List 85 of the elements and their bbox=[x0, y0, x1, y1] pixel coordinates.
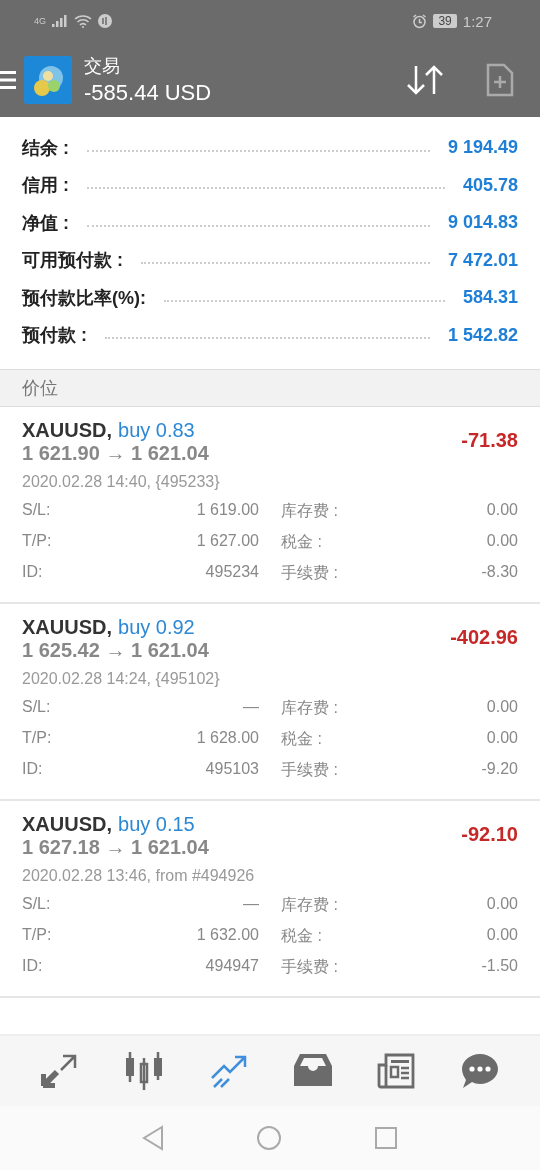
newspaper-icon bbox=[377, 1053, 416, 1089]
clock-time: 1:27 bbox=[462, 12, 492, 30]
position-item[interactable]: XAUUSD, buy 0.92 1 625.42 → 1 621.04 -402.96 2020.02.28 14:24, {495102} S/L: — 库存费 : 0.00 T/P: 1 628.00 税金 : 0.00 ID: 495103 手续费 : -9.20 bbox=[0, 604, 540, 801]
detail-value: 0.00 bbox=[485, 895, 518, 914]
double-arrow-icon bbox=[40, 1054, 79, 1088]
summary-value: 9 194.49 bbox=[447, 137, 518, 159]
price-change: 1 627.18 → 1 621.04 bbox=[22, 836, 209, 859]
symbol-name: XAUUSD, bbox=[22, 419, 112, 442]
wifi-icon bbox=[74, 14, 92, 28]
detail-value: — bbox=[242, 895, 259, 914]
order-type: buy 0.15 bbox=[118, 813, 195, 836]
detail-label: 税金 : bbox=[280, 926, 323, 946]
detail-value: 0.00 bbox=[485, 532, 518, 551]
detail-value: 1 632.00 bbox=[195, 926, 259, 945]
section-header: 价位 bbox=[0, 369, 540, 407]
profit-total: -585.44 USD bbox=[84, 79, 213, 106]
open-time: 2020.02.28 13:46, from #494926 bbox=[22, 867, 256, 885]
detail-value: 0.00 bbox=[485, 926, 518, 945]
detail-value: — bbox=[242, 698, 259, 717]
detail-label: 手续费 : bbox=[280, 760, 339, 780]
detail-value: 1 619.00 bbox=[195, 501, 259, 520]
candlestick-icon bbox=[124, 1052, 165, 1090]
alarm-icon bbox=[412, 13, 428, 29]
price-change: 1 621.90 → 1 621.04 bbox=[22, 442, 209, 465]
detail-value: 0.00 bbox=[485, 501, 518, 520]
detail-value: -1.50 bbox=[480, 957, 518, 976]
detail-label: ID: bbox=[22, 760, 44, 779]
detail-label: T/P: bbox=[22, 926, 53, 945]
detail-value: -8.30 bbox=[480, 563, 518, 582]
position-profit: -92.10 bbox=[461, 823, 518, 846]
detail-label: ID: bbox=[22, 563, 44, 582]
open-time: 2020.02.28 14:40, {495233} bbox=[22, 473, 221, 491]
summary-label: 净值 : bbox=[22, 211, 69, 235]
detail-value: -9.20 bbox=[480, 760, 518, 779]
summary-value: 584.31 bbox=[462, 287, 518, 309]
detail-value: 1 627.00 bbox=[195, 532, 259, 551]
position-item[interactable]: XAUUSD, buy 0.15 1 627.18 → 1 621.04 -92.10 2020.02.28 13:46, from #494926 S/L: — 库存费 : 0.00 T/P: 1 632.00 税金 : 0.00 ID: 494947 手续费 : -1.50 bbox=[0, 801, 540, 998]
detail-value: 494947 bbox=[204, 957, 259, 976]
detail-label: S/L: bbox=[22, 895, 52, 914]
detail-label: 手续费 : bbox=[280, 563, 339, 583]
summary-value: 9 014.83 bbox=[447, 212, 518, 234]
summary-label: 预付款 : bbox=[22, 324, 87, 348]
order-type: buy 0.83 bbox=[118, 419, 195, 442]
position-profit: -71.38 bbox=[461, 429, 518, 452]
battery-icon: 39 bbox=[433, 14, 457, 28]
detail-label: T/P: bbox=[22, 532, 53, 551]
detail-label: S/L: bbox=[22, 698, 52, 717]
summary-label: 信用 : bbox=[22, 174, 69, 198]
sort-arrows-icon[interactable] bbox=[406, 63, 444, 96]
detail-value: 0.00 bbox=[485, 698, 518, 717]
detail-value: 0.00 bbox=[485, 729, 518, 748]
detail-label: 库存费 : bbox=[280, 501, 339, 521]
page-title: 交易 bbox=[84, 54, 121, 78]
summary-label: 可用预付款 : bbox=[22, 249, 123, 273]
data-saver-icon bbox=[98, 14, 112, 28]
app-logo-icon bbox=[24, 55, 72, 104]
inbox-icon bbox=[293, 1054, 332, 1088]
menu-icon[interactable] bbox=[0, 68, 16, 91]
detail-label: ID: bbox=[22, 957, 44, 976]
detail-value: 1 628.00 bbox=[195, 729, 259, 748]
detail-label: S/L: bbox=[22, 501, 52, 520]
trend-arrow-icon bbox=[210, 1054, 249, 1088]
detail-label: 库存费 : bbox=[280, 895, 339, 915]
summary-value: 405.78 bbox=[462, 174, 518, 196]
detail-value: 495234 bbox=[204, 563, 259, 582]
chat-bubble-icon bbox=[461, 1053, 500, 1089]
position-profit: -402.96 bbox=[450, 626, 518, 649]
summary-value: 1 542.82 bbox=[447, 324, 518, 346]
symbol-name: XAUUSD, bbox=[22, 813, 112, 836]
detail-label: 税金 : bbox=[280, 729, 323, 749]
detail-label: 税金 : bbox=[280, 532, 323, 552]
signal-icon bbox=[52, 15, 68, 27]
symbol-name: XAUUSD, bbox=[22, 616, 112, 639]
summary-value: 7 472.01 bbox=[447, 249, 518, 271]
detail-label: T/P: bbox=[22, 729, 53, 748]
open-time: 2020.02.28 14:24, {495102} bbox=[22, 670, 221, 688]
detail-value: 495103 bbox=[204, 760, 259, 779]
detail-label: 手续费 : bbox=[280, 957, 339, 977]
position-item[interactable]: XAUUSD, buy 0.83 1 621.90 → 1 621.04 -71.38 2020.02.28 14:40, {495233} S/L: 1 619.00 库存费 : 0.00 T/P: 1 627.00 税金 : 0.00 ID: 495234 手续费 : -8.30 bbox=[0, 407, 540, 604]
network-type: 4G bbox=[34, 16, 46, 26]
summary-label: 结余 : bbox=[22, 136, 69, 160]
price-change: 1 625.42 → 1 621.04 bbox=[22, 639, 209, 662]
summary-label: 预付款比率(%): bbox=[22, 286, 146, 310]
order-type: buy 0.92 bbox=[118, 616, 195, 639]
detail-label: 库存费 : bbox=[280, 698, 339, 718]
